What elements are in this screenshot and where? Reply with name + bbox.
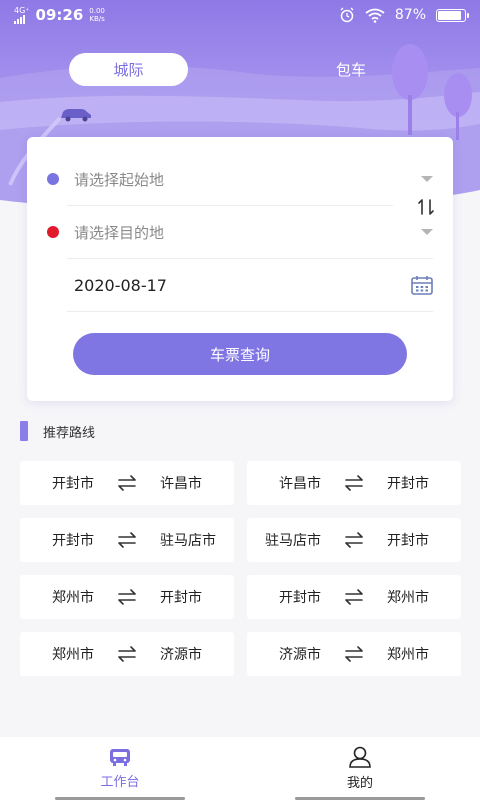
status-bar: 4G⁺ 09:26 0.00 KB/s 87% [0,0,480,30]
route-card[interactable]: 开封市 郑州市 [247,575,461,619]
swap-arrows-icon [118,475,136,491]
person-icon [349,746,371,768]
route-from: 许昌市 [279,476,321,492]
calendar-icon[interactable] [411,275,433,295]
route-to: 郑州市 [387,647,429,663]
route-to: 郑州市 [387,590,429,606]
origin-selector[interactable]: 请选择起始地 [27,153,453,205]
tab-intercity[interactable]: 城际 [69,53,188,86]
swap-arrows-icon [345,475,363,491]
route-card[interactable]: 郑州市 济源市 [20,632,234,676]
route-card[interactable]: 济源市 郑州市 [247,632,461,676]
destination-placeholder: 请选择目的地 [74,223,165,242]
route-from: 开封市 [52,476,94,492]
network-speed: 0.00 KB/s [89,7,105,23]
swap-arrows-icon [345,532,363,548]
battery-level [438,10,461,20]
route-from: 济源市 [279,647,321,663]
route-from: 开封市 [279,590,321,606]
search-card: 请选择起始地 请选择目的地 2020-08-17 车票查询 [27,137,453,401]
signal-bars-icon [14,14,25,24]
route-to: 开封市 [160,590,202,606]
nav-workbench-label: 工作台 [100,775,140,790]
destination-selector[interactable]: 请选择目的地 [27,206,453,258]
route-from: 开封市 [52,533,94,549]
swap-arrows-icon [118,532,136,548]
section-marker [20,421,28,441]
network-speed-unit: KB/s [89,15,105,23]
network-speed-value: 0.00 [89,7,105,15]
swap-arrows-icon [118,646,136,662]
route-to: 济源市 [160,647,202,663]
route-card[interactable]: 驻马店市 开封市 [247,518,461,562]
origin-placeholder: 请选择起始地 [74,170,165,189]
route-from: 郑州市 [52,647,94,663]
chevron-down-icon [421,176,433,182]
clock: 09:26 [35,6,84,24]
divider [67,311,433,312]
nav-workbench[interactable]: 工作台 [0,737,240,800]
nav-mine[interactable]: 我的 [240,737,480,800]
swap-arrows-icon [118,589,136,605]
route-to: 开封市 [387,476,429,492]
recommended-routes-header: 推荐路线 [20,421,95,441]
swap-arrows-icon [345,646,363,662]
bottom-nav: 工作台 我的 [0,737,480,800]
route-to: 驻马店市 [160,533,216,549]
section-title: 推荐路线 [43,425,96,441]
route-to: 许昌市 [160,476,202,492]
network-type: 4G⁺ [14,5,30,15]
ticket-query-button[interactable]: 车票查询 [73,333,407,375]
battery-icon [436,8,469,22]
bus-icon [110,749,130,766]
nav-mine-label: 我的 [346,776,373,791]
swap-arrows-icon [345,589,363,605]
car-icon [61,109,91,122]
origin-dot [47,173,59,185]
destination-dot [47,226,59,238]
route-card[interactable]: 开封市 许昌市 [20,461,234,505]
signal-indicator: 4G⁺ [14,5,30,24]
alarm-icon [340,7,354,23]
route-from: 驻马店市 [265,533,321,549]
route-card[interactable]: 开封市 驻马店市 [20,518,234,562]
date-value: 2020-08-17 [74,275,167,295]
battery-percent: 87% [394,7,426,23]
route-to: 开封市 [387,533,429,549]
chevron-down-icon [421,229,433,235]
route-card[interactable]: 郑州市 开封市 [20,575,234,619]
route-from: 郑州市 [52,590,94,606]
wifi-icon [365,8,385,23]
date-selector[interactable]: 2020-08-17 [27,259,453,311]
tab-charter[interactable]: 包车 [316,53,386,86]
route-card[interactable]: 许昌市 开封市 [247,461,461,505]
